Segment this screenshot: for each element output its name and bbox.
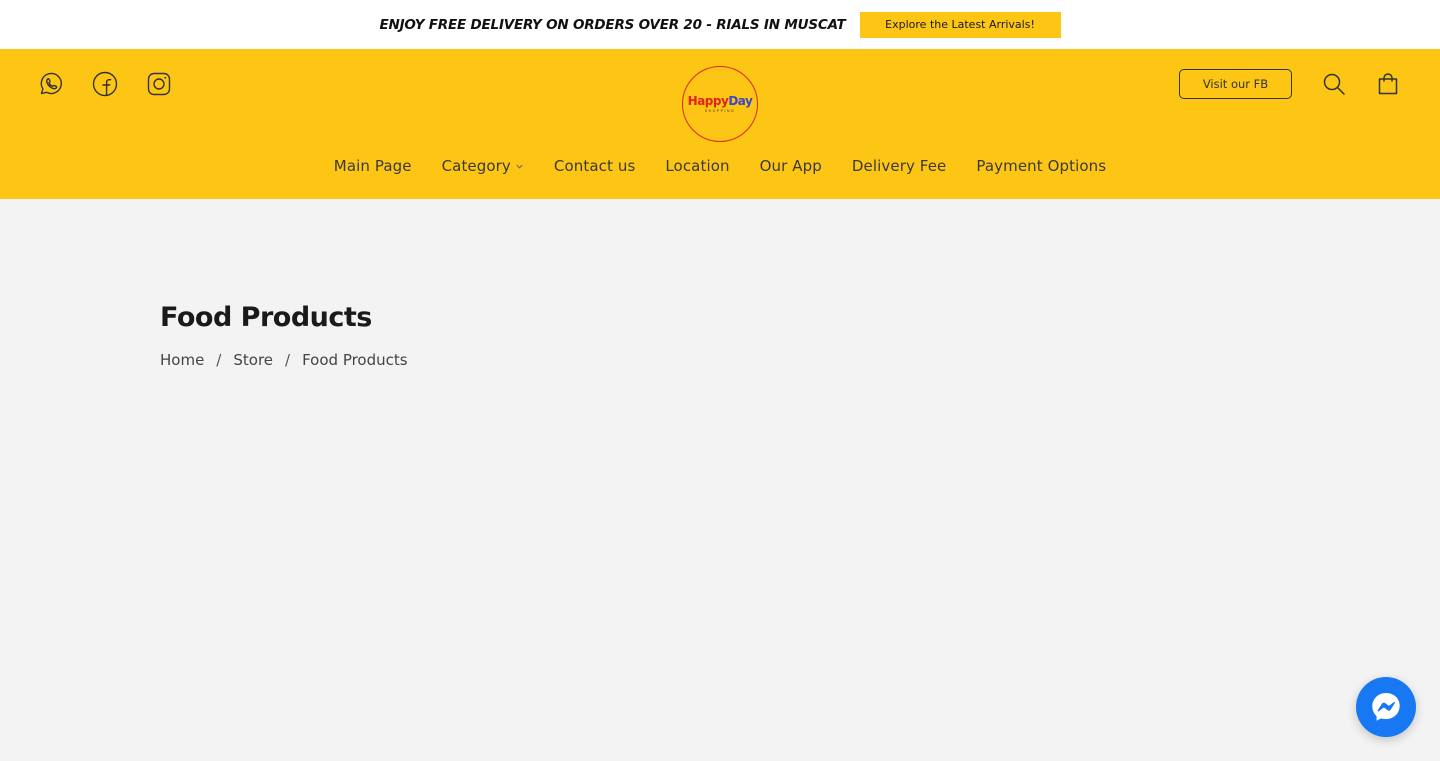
messenger-chat-button[interactable] — [1356, 677, 1416, 737]
logo-day: Day — [728, 94, 753, 108]
breadcrumb-home[interactable]: Home — [160, 351, 204, 369]
visit-fb-button[interactable]: Visit our FB — [1179, 69, 1292, 99]
nav-main-page[interactable]: Main Page — [334, 157, 412, 175]
breadcrumb-store[interactable]: Store — [233, 351, 273, 369]
social-links — [38, 71, 172, 97]
chevron-down-icon — [516, 164, 523, 169]
breadcrumb-separator: / — [216, 351, 222, 369]
instagram-icon[interactable] — [146, 71, 172, 97]
breadcrumb-separator: / — [285, 351, 291, 369]
nav-contact-us-label: Contact us — [553, 157, 636, 175]
nav-payment-options-label: Payment Options — [976, 157, 1107, 175]
nav-payment-options[interactable]: Payment Options — [976, 157, 1106, 175]
main-nav: Main Page Category Contact us Location O… — [0, 157, 1440, 175]
nav-category[interactable]: Category — [442, 157, 524, 175]
nav-location-label: Location — [665, 157, 730, 175]
breadcrumb-current: Food Products — [302, 351, 408, 369]
nav-location[interactable]: Location — [665, 157, 729, 175]
nav-our-app[interactable]: Our App — [760, 157, 822, 175]
nav-delivery-fee[interactable]: Delivery Fee — [852, 157, 947, 175]
happyday-logo[interactable]: HappyDay SHOPPING — [682, 66, 758, 142]
logo-happy: Happy — [687, 94, 729, 108]
facebook-icon[interactable] — [92, 71, 118, 97]
nav-main-page-label: Main Page — [333, 157, 412, 175]
page-title: Food Products — [160, 302, 372, 333]
nav-delivery-fee-label: Delivery Fee — [851, 157, 947, 175]
announcement-text: ENJOY FREE DELIVERY ON ORDERS OVER 20 - … — [379, 16, 846, 33]
explore-arrivals-button[interactable]: Explore the Latest Arrivals! — [859, 11, 1061, 38]
site-header: HappyDay SHOPPING Visit our FB Main Page… — [0, 49, 1440, 199]
logo-subtitle: SHOPPING — [704, 109, 736, 113]
nav-our-app-label: Our App — [759, 157, 822, 175]
breadcrumb: Home / Store / Food Products — [160, 351, 1440, 369]
search-icon[interactable] — [1322, 72, 1346, 96]
shopping-bag-icon[interactable] — [1376, 72, 1400, 96]
header-tools: Visit our FB — [1179, 69, 1400, 99]
nav-contact-us[interactable]: Contact us — [554, 157, 635, 175]
whatsapp-icon[interactable] — [38, 71, 64, 97]
logo-title: HappyDay — [688, 95, 753, 107]
announcement-bar: ENJOY FREE DELIVERY ON ORDERS OVER 20 - … — [0, 0, 1440, 49]
main-content: Food Products Home / Store / Food Produc… — [0, 199, 1440, 369]
nav-category-label: Category — [441, 157, 511, 175]
messenger-icon — [1372, 693, 1400, 721]
